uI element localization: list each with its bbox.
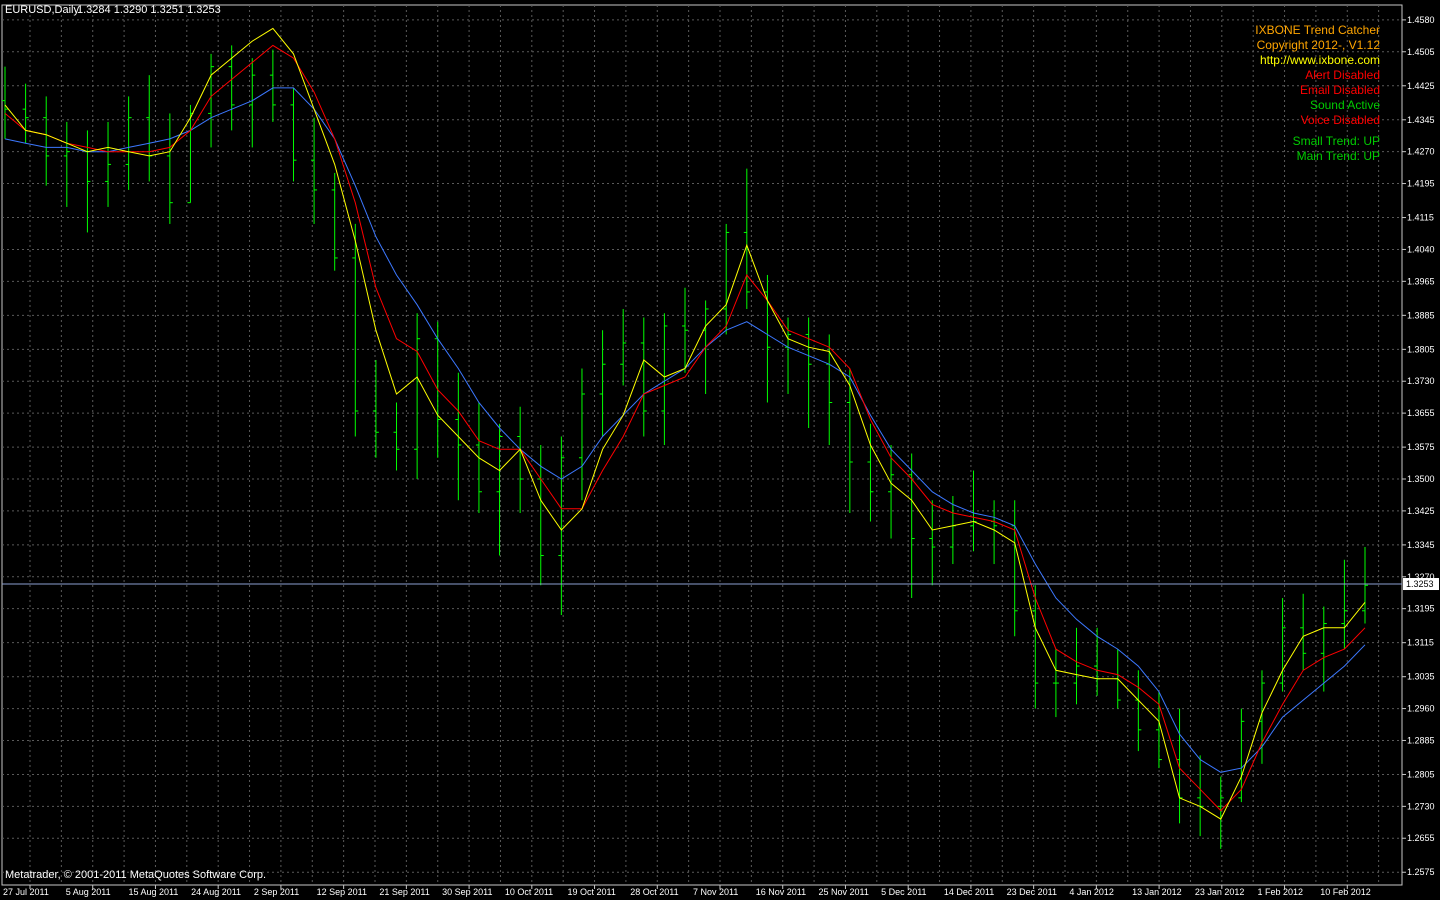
y-tick-label: 1.4115	[1407, 213, 1434, 223]
y-tick-label: 1.4270	[1407, 147, 1435, 157]
y-tick-label: 1.3575	[1407, 442, 1435, 452]
y-tick-label: 1.2730	[1407, 801, 1435, 811]
y-tick-label: 1.3195	[1407, 604, 1435, 614]
y-tick-label: 1.4425	[1407, 81, 1435, 91]
y-tick-label: 1.3730	[1407, 376, 1435, 386]
x-tick-label: 12 Sep 2011	[317, 887, 367, 897]
x-tick-label: 7 Nov 2011	[693, 887, 738, 897]
indicator-line: Sound Active	[1310, 98, 1380, 112]
y-tick-label: 1.2655	[1407, 833, 1435, 843]
y-tick-label: 1.4345	[1407, 115, 1435, 125]
y-tick-label: 1.4580	[1407, 15, 1435, 25]
x-tick-label: 21 Sep 2011	[379, 887, 429, 897]
x-tick-label: 14 Dec 2011	[944, 887, 994, 897]
x-tick-label: 16 Nov 2011	[756, 887, 806, 897]
chart-header-symbol: EURUSD,Daily	[5, 4, 79, 16]
x-tick-label: 1 Feb 2012	[1258, 887, 1304, 897]
copyright-text: Metatrader, © 2001-2011 MetaQuotes Softw…	[5, 869, 266, 881]
y-tick-label: 1.3885	[1407, 310, 1435, 320]
x-tick-label: 13 Jan 2012	[1132, 887, 1182, 897]
y-tick-label: 1.2885	[1407, 735, 1435, 745]
indicator-line: Email Disabled	[1300, 83, 1380, 97]
x-tick-label: 27 Jul 2011	[3, 887, 49, 897]
y-tick-label: 1.3035	[1407, 672, 1435, 682]
x-tick-label: 23 Dec 2011	[1007, 887, 1057, 897]
y-tick-label: 1.3655	[1407, 408, 1435, 418]
indicator-line: Alert Disabled	[1305, 68, 1380, 82]
indicator-line: Voice Disabled	[1301, 113, 1380, 127]
chart-header-ohlc: 1.3284 1.3290 1.3251 1.3253	[77, 4, 221, 16]
x-tick-label: 10 Feb 2012	[1320, 887, 1371, 897]
x-tick-label: 5 Aug 2011	[66, 887, 111, 897]
price-chart[interactable]: 1.3253 1.45801.45051.44251.43451.42701.4…	[0, 0, 1440, 900]
x-tick-label: 4 Jan 2012	[1069, 887, 1114, 897]
y-tick-label: 1.4195	[1407, 179, 1435, 189]
y-tick-label: 1.2960	[1407, 704, 1435, 714]
x-tick-label: 10 Oct 2011	[505, 887, 553, 897]
y-tick-label: 1.4040	[1407, 244, 1435, 254]
y-tick-label: 1.3965	[1407, 276, 1435, 286]
y-tick-label: 1.3115	[1407, 638, 1434, 648]
y-tick-label: 1.3345	[1407, 540, 1435, 550]
x-tick-label: 15 Aug 2011	[128, 887, 178, 897]
x-tick-label: 30 Sep 2011	[442, 887, 492, 897]
x-tick-label: 24 Aug 2011	[191, 887, 241, 897]
x-tick-label: 25 Nov 2011	[818, 887, 868, 897]
indicator-line: Small Trend: UP	[1293, 134, 1380, 148]
y-tick-label: 1.2805	[1407, 769, 1435, 779]
y-tick-label: 1.2575	[1407, 867, 1435, 877]
y-tick-label: 1.4505	[1407, 47, 1435, 57]
x-tick-label: 19 Oct 2011	[568, 887, 616, 897]
indicator-line: http://www.ixbone.com	[1260, 53, 1380, 67]
indicator-line: Copyright 2012-, V1.12	[1257, 38, 1381, 52]
y-tick-label: 1.3500	[1407, 474, 1435, 484]
x-tick-label: 5 Dec 2011	[881, 887, 926, 897]
y-tick-label: 1.3425	[1407, 506, 1435, 516]
y-tick-label: 1.3270	[1407, 572, 1435, 582]
x-tick-label: 23 Jan 2012	[1195, 887, 1245, 897]
indicator-line: IXBONE Trend Catcher	[1255, 23, 1380, 37]
x-tick-label: 2 Sep 2011	[254, 887, 299, 897]
indicator-line: Main Trend: UP	[1297, 149, 1380, 163]
y-tick-label: 1.3805	[1407, 344, 1435, 354]
x-tick-label: 28 Oct 2011	[630, 887, 678, 897]
